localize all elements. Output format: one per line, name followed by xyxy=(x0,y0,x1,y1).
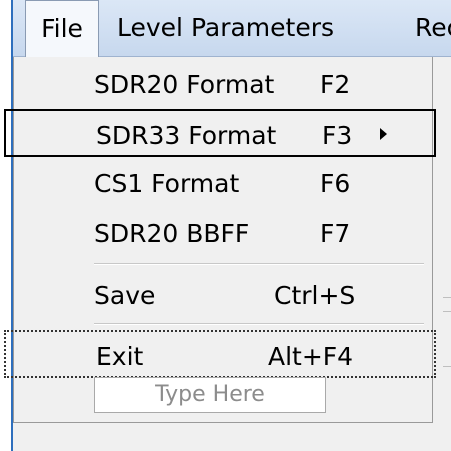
menu-bar: File Level Parameters Rec xyxy=(13,0,451,58)
menu-item-sdr20-format[interactable]: SDR20 Format F2 xyxy=(14,60,433,108)
submenu-arrow-icon xyxy=(380,128,387,140)
menu-item-shortcut: F6 xyxy=(320,169,351,198)
menu-item-shortcut: Alt+F4 xyxy=(268,342,354,371)
menu-item-sdr33-format[interactable]: SDR33 Format F3 xyxy=(4,109,436,157)
menu-item-label: CS1 Format xyxy=(94,169,240,198)
menu-item-sdr20-bbff[interactable]: SDR20 BBFF F7 xyxy=(14,209,433,257)
menu-file[interactable]: File xyxy=(25,0,99,58)
file-dropdown-menu: SDR20 Format F2 SDR33 Format F3 CS1 Form… xyxy=(4,57,436,423)
menu-item-shortcut: F3 xyxy=(322,121,353,150)
menu-rec[interactable]: Rec xyxy=(415,0,451,56)
menu-item-label: SDR20 BBFF xyxy=(94,219,250,248)
menu-separator xyxy=(94,263,424,265)
menu-item-cs1-format[interactable]: CS1 Format F6 xyxy=(14,159,433,207)
menu-item-shortcut: Ctrl+S xyxy=(274,281,356,310)
menu-item-label: SDR33 Format xyxy=(96,121,277,150)
menu-separator xyxy=(94,323,424,325)
menu-item-shortcut: F7 xyxy=(320,219,351,248)
menu-item-save[interactable]: Save Ctrl+S xyxy=(14,271,433,319)
menu-level-parameters[interactable]: Level Parameters xyxy=(117,0,334,56)
type-here-input[interactable]: Type Here xyxy=(94,377,326,413)
menu-item-exit[interactable]: Exit Alt+F4 xyxy=(4,330,436,378)
form-divider xyxy=(443,311,451,312)
menu-item-shortcut: F2 xyxy=(320,70,351,99)
menu-item-label: Save xyxy=(94,281,156,310)
form-divider xyxy=(443,297,451,298)
menu-item-label: Exit xyxy=(96,342,144,371)
menu-item-label: SDR20 Format xyxy=(94,70,275,99)
form-divider xyxy=(443,366,451,367)
